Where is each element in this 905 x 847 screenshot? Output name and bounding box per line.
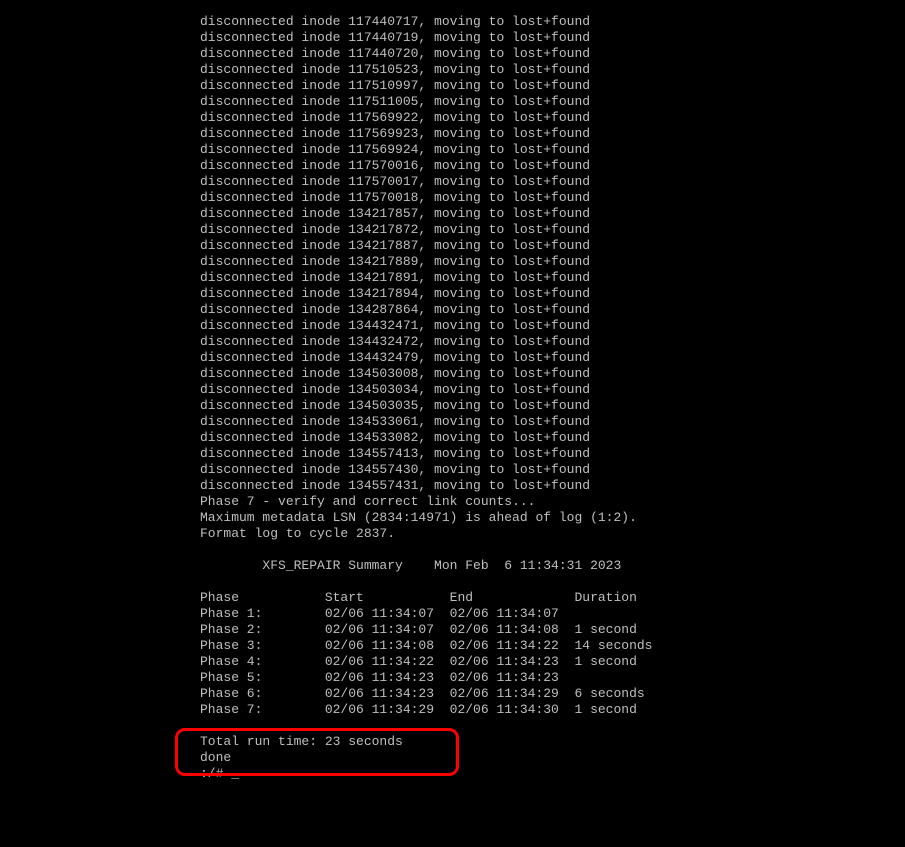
done-line: done xyxy=(200,750,905,766)
phase-rows: Phase 1: 02/06 11:34:07 02/06 11:34:07Ph… xyxy=(200,606,905,718)
summary-title: XFS_REPAIR Summary Mon Feb 6 11:34:31 20… xyxy=(200,558,905,574)
blank-line xyxy=(200,542,905,558)
phase-row: Phase 2: 02/06 11:34:07 02/06 11:34:08 1… xyxy=(200,622,905,638)
inode-line: disconnected inode 134217872, moving to … xyxy=(200,222,905,238)
lsn-line: Maximum metadata LSN (2834:14971) is ahe… xyxy=(200,510,905,526)
inode-line: disconnected inode 134533082, moving to … xyxy=(200,430,905,446)
inode-line: disconnected inode 134557431, moving to … xyxy=(200,478,905,494)
prompt: :/# xyxy=(200,766,231,781)
blank-line xyxy=(200,574,905,590)
inode-line: disconnected inode 117570016, moving to … xyxy=(200,158,905,174)
blank-line xyxy=(200,718,905,734)
phase-row: Phase 1: 02/06 11:34:07 02/06 11:34:07 xyxy=(200,606,905,622)
phase-row: Phase 7: 02/06 11:34:29 02/06 11:34:30 1… xyxy=(200,702,905,718)
phase7-line: Phase 7 - verify and correct link counts… xyxy=(200,494,905,510)
inode-line: disconnected inode 134287864, moving to … xyxy=(200,302,905,318)
phase-row: Phase 4: 02/06 11:34:22 02/06 11:34:23 1… xyxy=(200,654,905,670)
phase-row: Phase 5: 02/06 11:34:23 02/06 11:34:23 xyxy=(200,670,905,686)
format-line: Format log to cycle 2837. xyxy=(200,526,905,542)
inode-line: disconnected inode 134432479, moving to … xyxy=(200,350,905,366)
inode-line: disconnected inode 117569924, moving to … xyxy=(200,142,905,158)
terminal-output[interactable]: disconnected inode 117440717, moving to … xyxy=(0,0,905,782)
inode-line: disconnected inode 134503008, moving to … xyxy=(200,366,905,382)
inode-line: disconnected inode 134503034, moving to … xyxy=(200,382,905,398)
inode-line: disconnected inode 117569922, moving to … xyxy=(200,110,905,126)
inode-line: disconnected inode 117569923, moving to … xyxy=(200,126,905,142)
prompt-line[interactable]: :/# _ xyxy=(200,766,905,782)
inode-line: disconnected inode 117570018, moving to … xyxy=(200,190,905,206)
cursor: _ xyxy=(231,766,239,782)
inode-line: disconnected inode 134217857, moving to … xyxy=(200,206,905,222)
inode-line: disconnected inode 117570017, moving to … xyxy=(200,174,905,190)
inode-line: disconnected inode 134503035, moving to … xyxy=(200,398,905,414)
inode-line: disconnected inode 134217889, moving to … xyxy=(200,254,905,270)
table-header: Phase Start End Duration xyxy=(200,590,905,606)
total-runtime: Total run time: 23 seconds xyxy=(200,734,905,750)
inode-line: disconnected inode 134533061, moving to … xyxy=(200,414,905,430)
inode-line: disconnected inode 134217891, moving to … xyxy=(200,270,905,286)
inode-line: disconnected inode 134557430, moving to … xyxy=(200,462,905,478)
inode-line: disconnected inode 134432471, moving to … xyxy=(200,318,905,334)
inode-line: disconnected inode 117511005, moving to … xyxy=(200,94,905,110)
phase-row: Phase 3: 02/06 11:34:08 02/06 11:34:22 1… xyxy=(200,638,905,654)
inode-line: disconnected inode 134432472, moving to … xyxy=(200,334,905,350)
inode-line: disconnected inode 117510523, moving to … xyxy=(200,62,905,78)
inode-line: disconnected inode 117440720, moving to … xyxy=(200,46,905,62)
inode-lines: disconnected inode 117440717, moving to … xyxy=(200,14,905,494)
inode-line: disconnected inode 134557413, moving to … xyxy=(200,446,905,462)
inode-line: disconnected inode 134217894, moving to … xyxy=(200,286,905,302)
inode-line: disconnected inode 117510997, moving to … xyxy=(200,78,905,94)
phase-row: Phase 6: 02/06 11:34:23 02/06 11:34:29 6… xyxy=(200,686,905,702)
inode-line: disconnected inode 117440719, moving to … xyxy=(200,30,905,46)
inode-line: disconnected inode 117440717, moving to … xyxy=(200,14,905,30)
inode-line: disconnected inode 134217887, moving to … xyxy=(200,238,905,254)
